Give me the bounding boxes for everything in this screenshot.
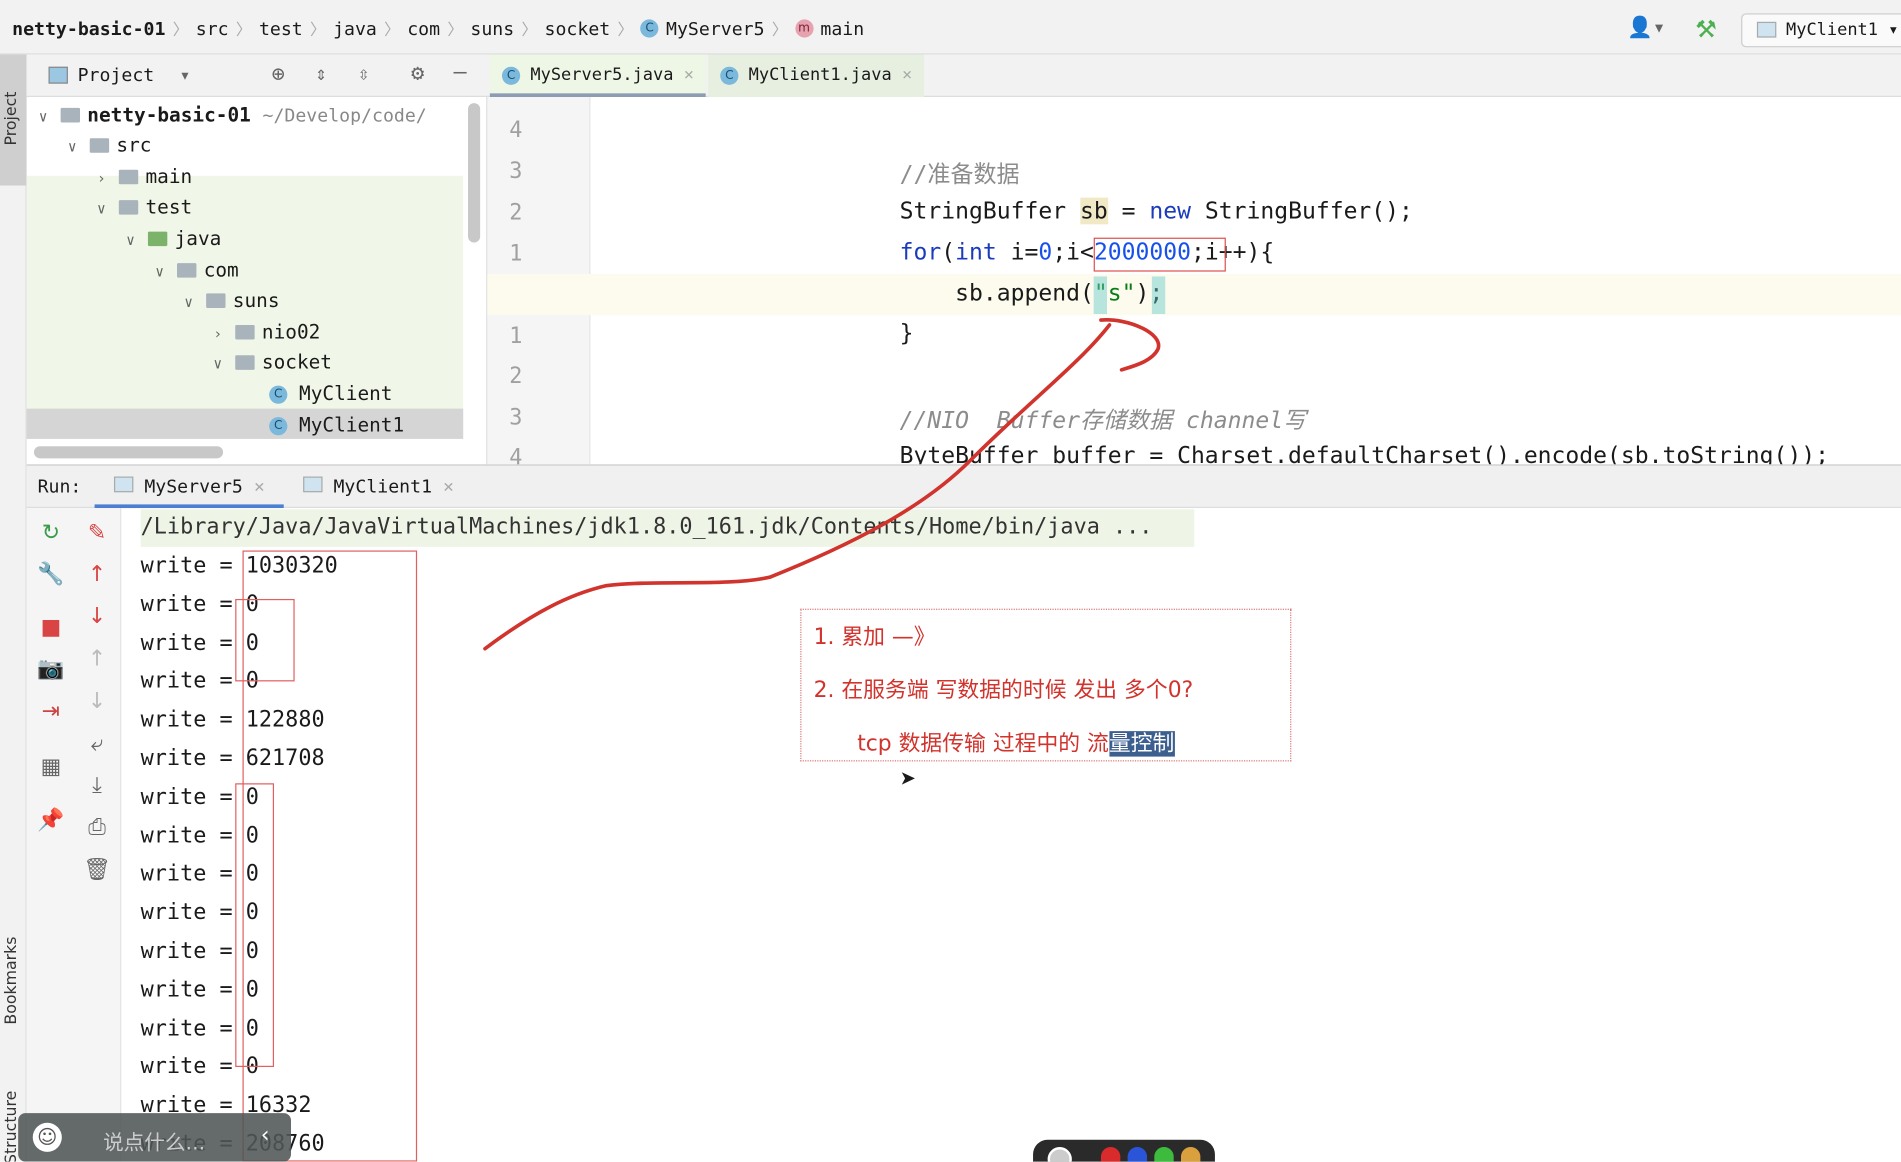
note-line-1: 1. 累加 —》 (813, 624, 936, 650)
color-swatch-blue[interactable] (1127, 1147, 1148, 1162)
color-swatch-orange[interactable] (1180, 1147, 1201, 1162)
annotation-drawing (483, 318, 1161, 651)
color-swatch-red[interactable] (1100, 1147, 1121, 1162)
color-palette (1033, 1139, 1215, 1162)
note-line-3: tcp 数据传输 过程中的 流量控制 (857, 731, 1175, 757)
annotation-note: 1. 累加 —》 2. 在服务端 写数据的时候 发出 多个0? tcp 数据传输… (800, 608, 1292, 762)
chevron-left-icon[interactable]: ‹ (261, 1123, 270, 1148)
ide-window: netty-basic-01 〉 src 〉 test 〉 java 〉 com 〉 su… (0, 0, 1901, 1162)
emoji-icon[interactable]: ☺ (32, 1122, 62, 1152)
mouse-cursor: ➤ (899, 766, 916, 790)
chat-input[interactable]: 说点什么... (103, 1125, 205, 1155)
chat-input-bar[interactable]: ☺ 说点什么... ‹ (18, 1113, 291, 1162)
note-line-2: 2. 在服务端 写数据的时候 发出 多个0? (813, 677, 1194, 704)
color-swatch-green[interactable] (1154, 1147, 1174, 1162)
color-swatch[interactable] (1047, 1147, 1072, 1162)
